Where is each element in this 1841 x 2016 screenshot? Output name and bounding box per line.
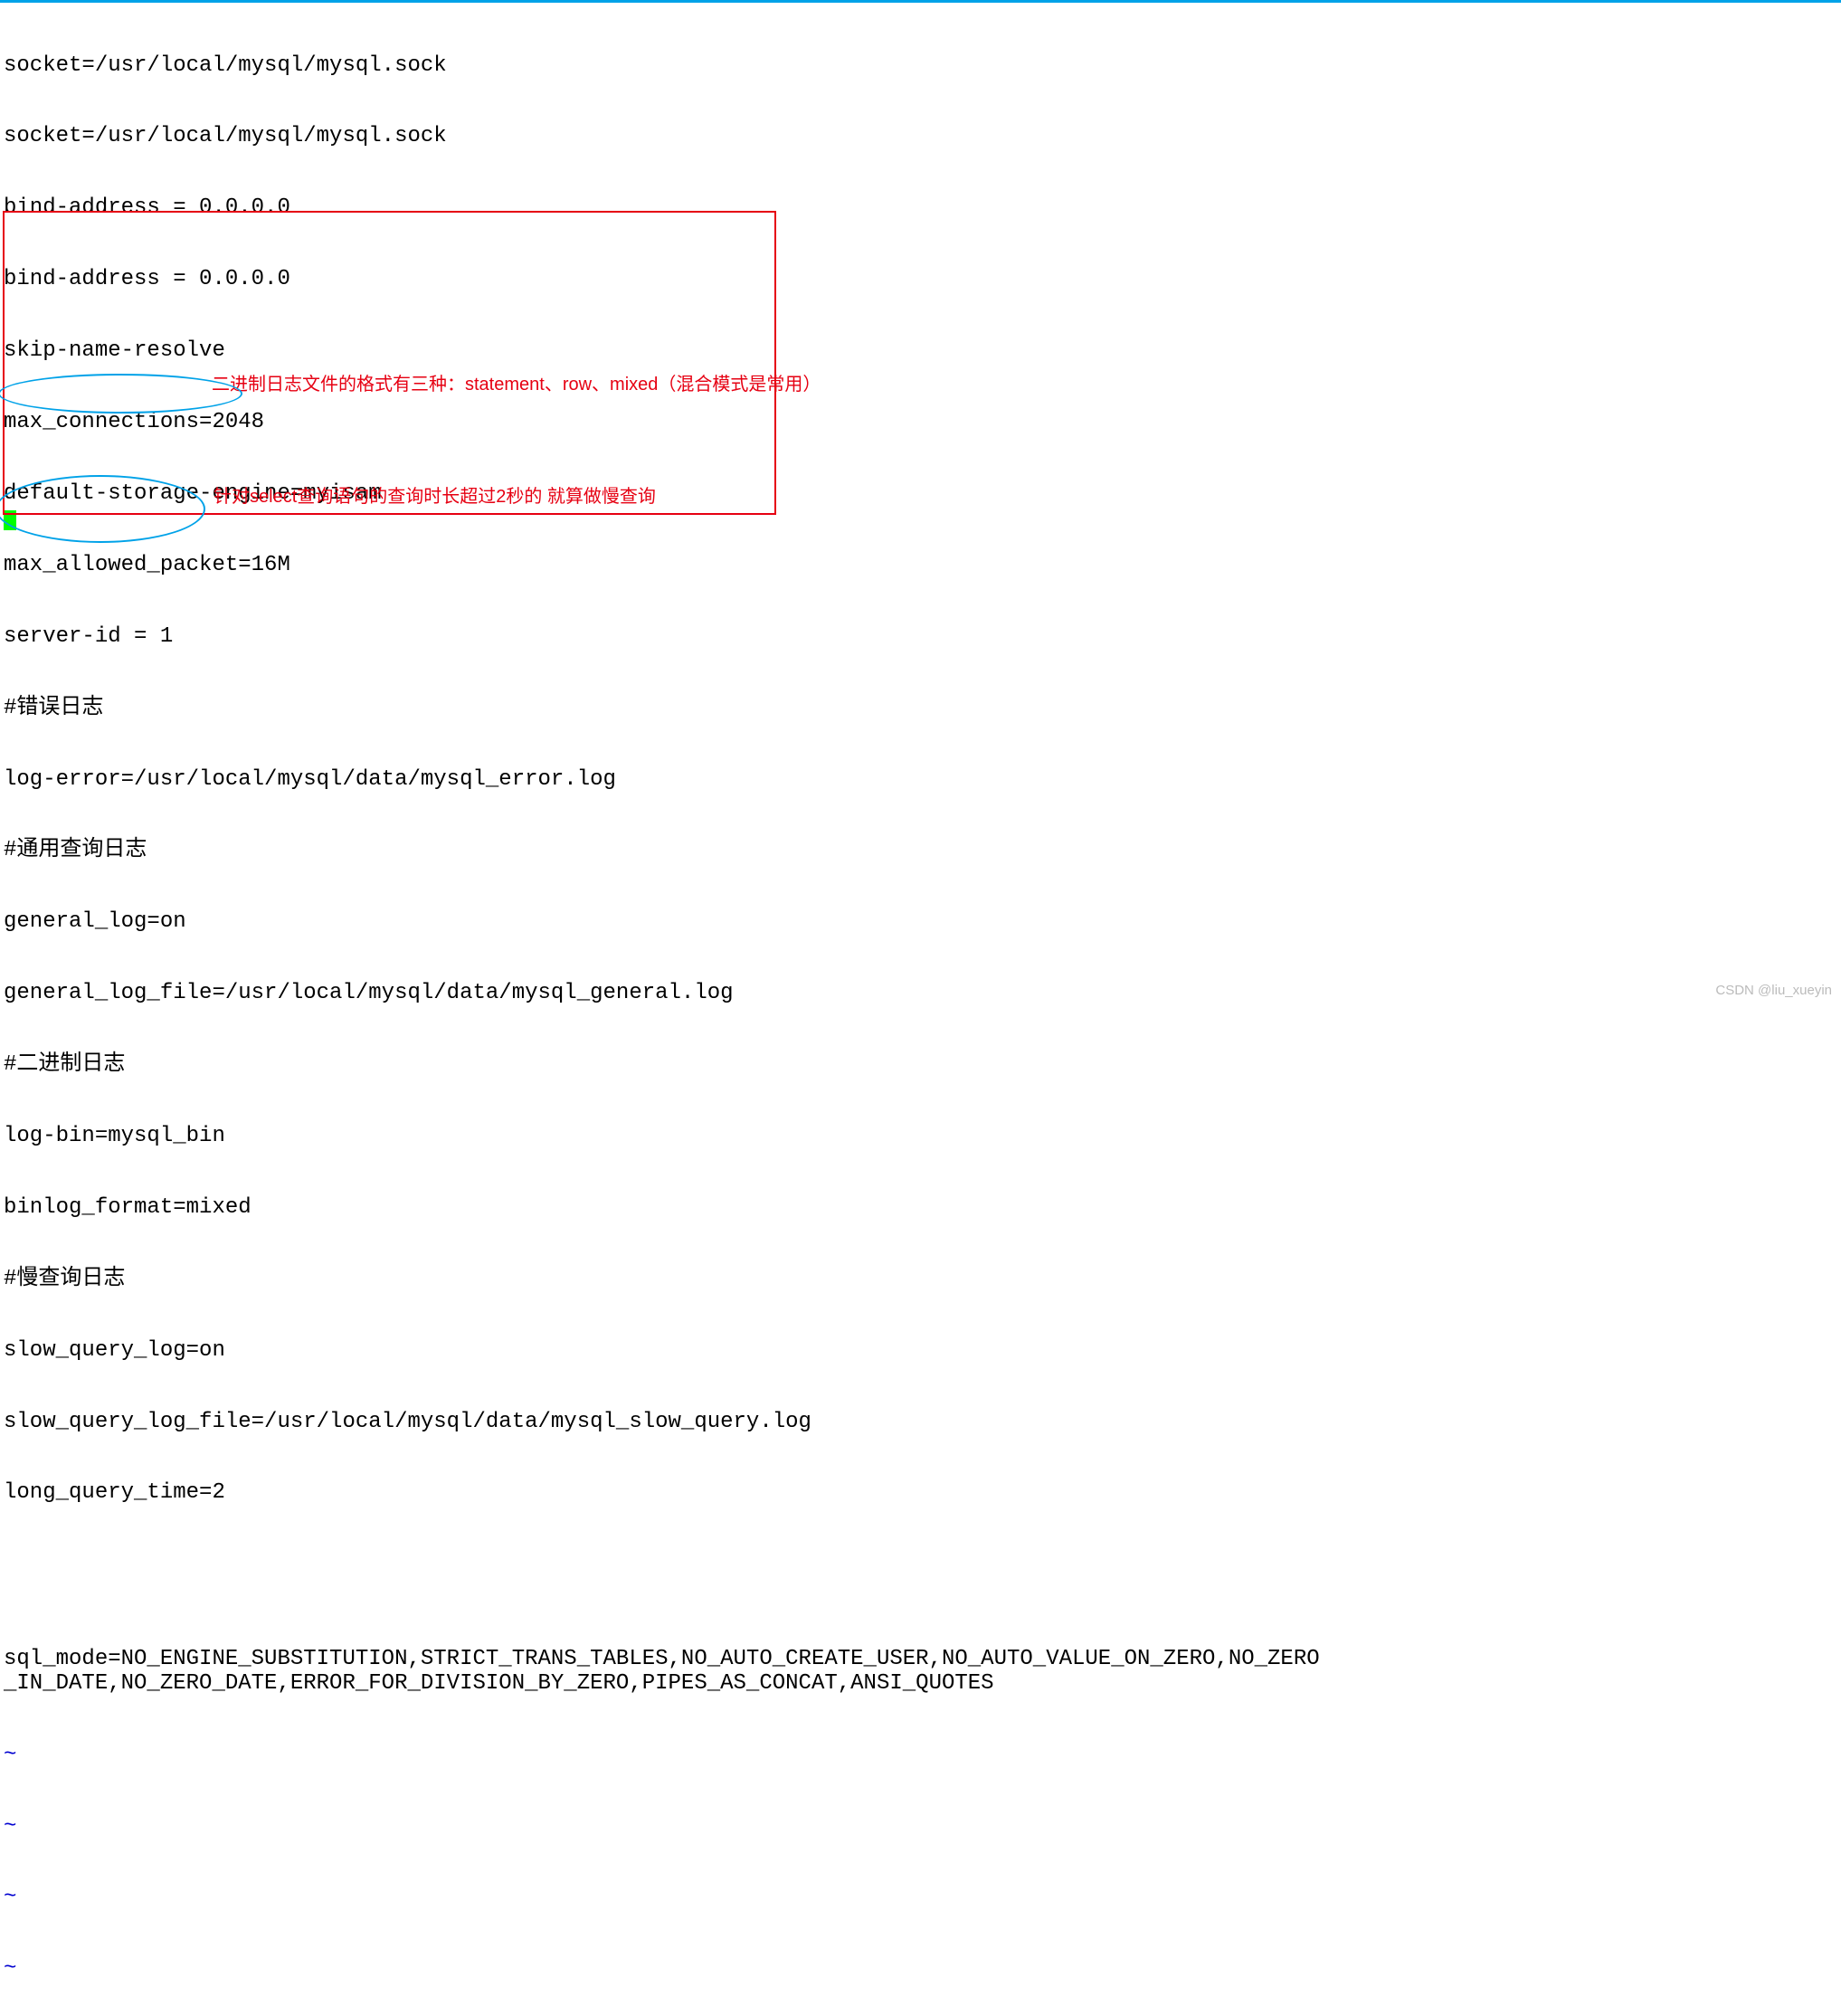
config-line: max_allowed_packet=16M [4, 554, 1837, 577]
config-line: server-id = 1 [4, 625, 1837, 649]
config-line: general_log=on [4, 910, 1837, 934]
config-line: binlog_format=mixed [4, 1196, 1837, 1220]
watermark-text: CSDN @liu_xueyin [1715, 979, 1832, 1003]
config-line: #错误日志 [4, 697, 1837, 720]
config-line: bind-address = 0.0.0.0 [4, 196, 1837, 220]
config-line: skip-name-resolve [4, 339, 1837, 363]
text-cursor [4, 510, 16, 530]
vim-tilde-line: ~ [4, 1886, 1837, 1909]
config-line: socket=/usr/local/mysql/mysql.sock [4, 54, 1837, 78]
config-line-sqlmode: sql_mode=NO_ENGINE_SUBSTITUTION,STRICT_T… [4, 1648, 1324, 1696]
config-line: bind-address = 0.0.0.0 [4, 268, 1837, 291]
highlight-ellipse-binlog [0, 374, 242, 414]
config-line: log-bin=mysql_bin [4, 1125, 1837, 1148]
config-line: slow_query_log_file=/usr/local/mysql/dat… [4, 1411, 1837, 1434]
vim-tilde-line: ~ [4, 1744, 1837, 1767]
config-line: slow_query_log=on [4, 1339, 1837, 1363]
config-line: max_connections=2048 [4, 411, 1837, 434]
config-line: log-error=/usr/local/mysql/data/mysql_er… [4, 768, 1837, 792]
vim-tilde-line: ~ [4, 1957, 1837, 1981]
config-line: #二进制日志 [4, 1053, 1837, 1077]
annotation-long-query: 针对select查询语句的查询时长超过2秒的 就算做慢查询 [214, 485, 656, 509]
config-line: #慢查询日志 [4, 1268, 1837, 1291]
annotation-binlog-format: 二进制日志文件的格式有三种：statement、row、mixed（混合模式是常… [212, 373, 821, 396]
vim-editor-viewport[interactable]: socket=/usr/local/mysql/mysql.sock socke… [0, 3, 1841, 2016]
vim-tilde-line: ~ [4, 1815, 1837, 1839]
config-line: #通用查询日志 [4, 839, 1837, 862]
config-line: general_log_file=/usr/local/mysql/data/m… [4, 982, 1837, 1005]
config-line: socket=/usr/local/mysql/mysql.sock [4, 125, 1837, 148]
config-line: long_query_time=2 [4, 1481, 1837, 1505]
